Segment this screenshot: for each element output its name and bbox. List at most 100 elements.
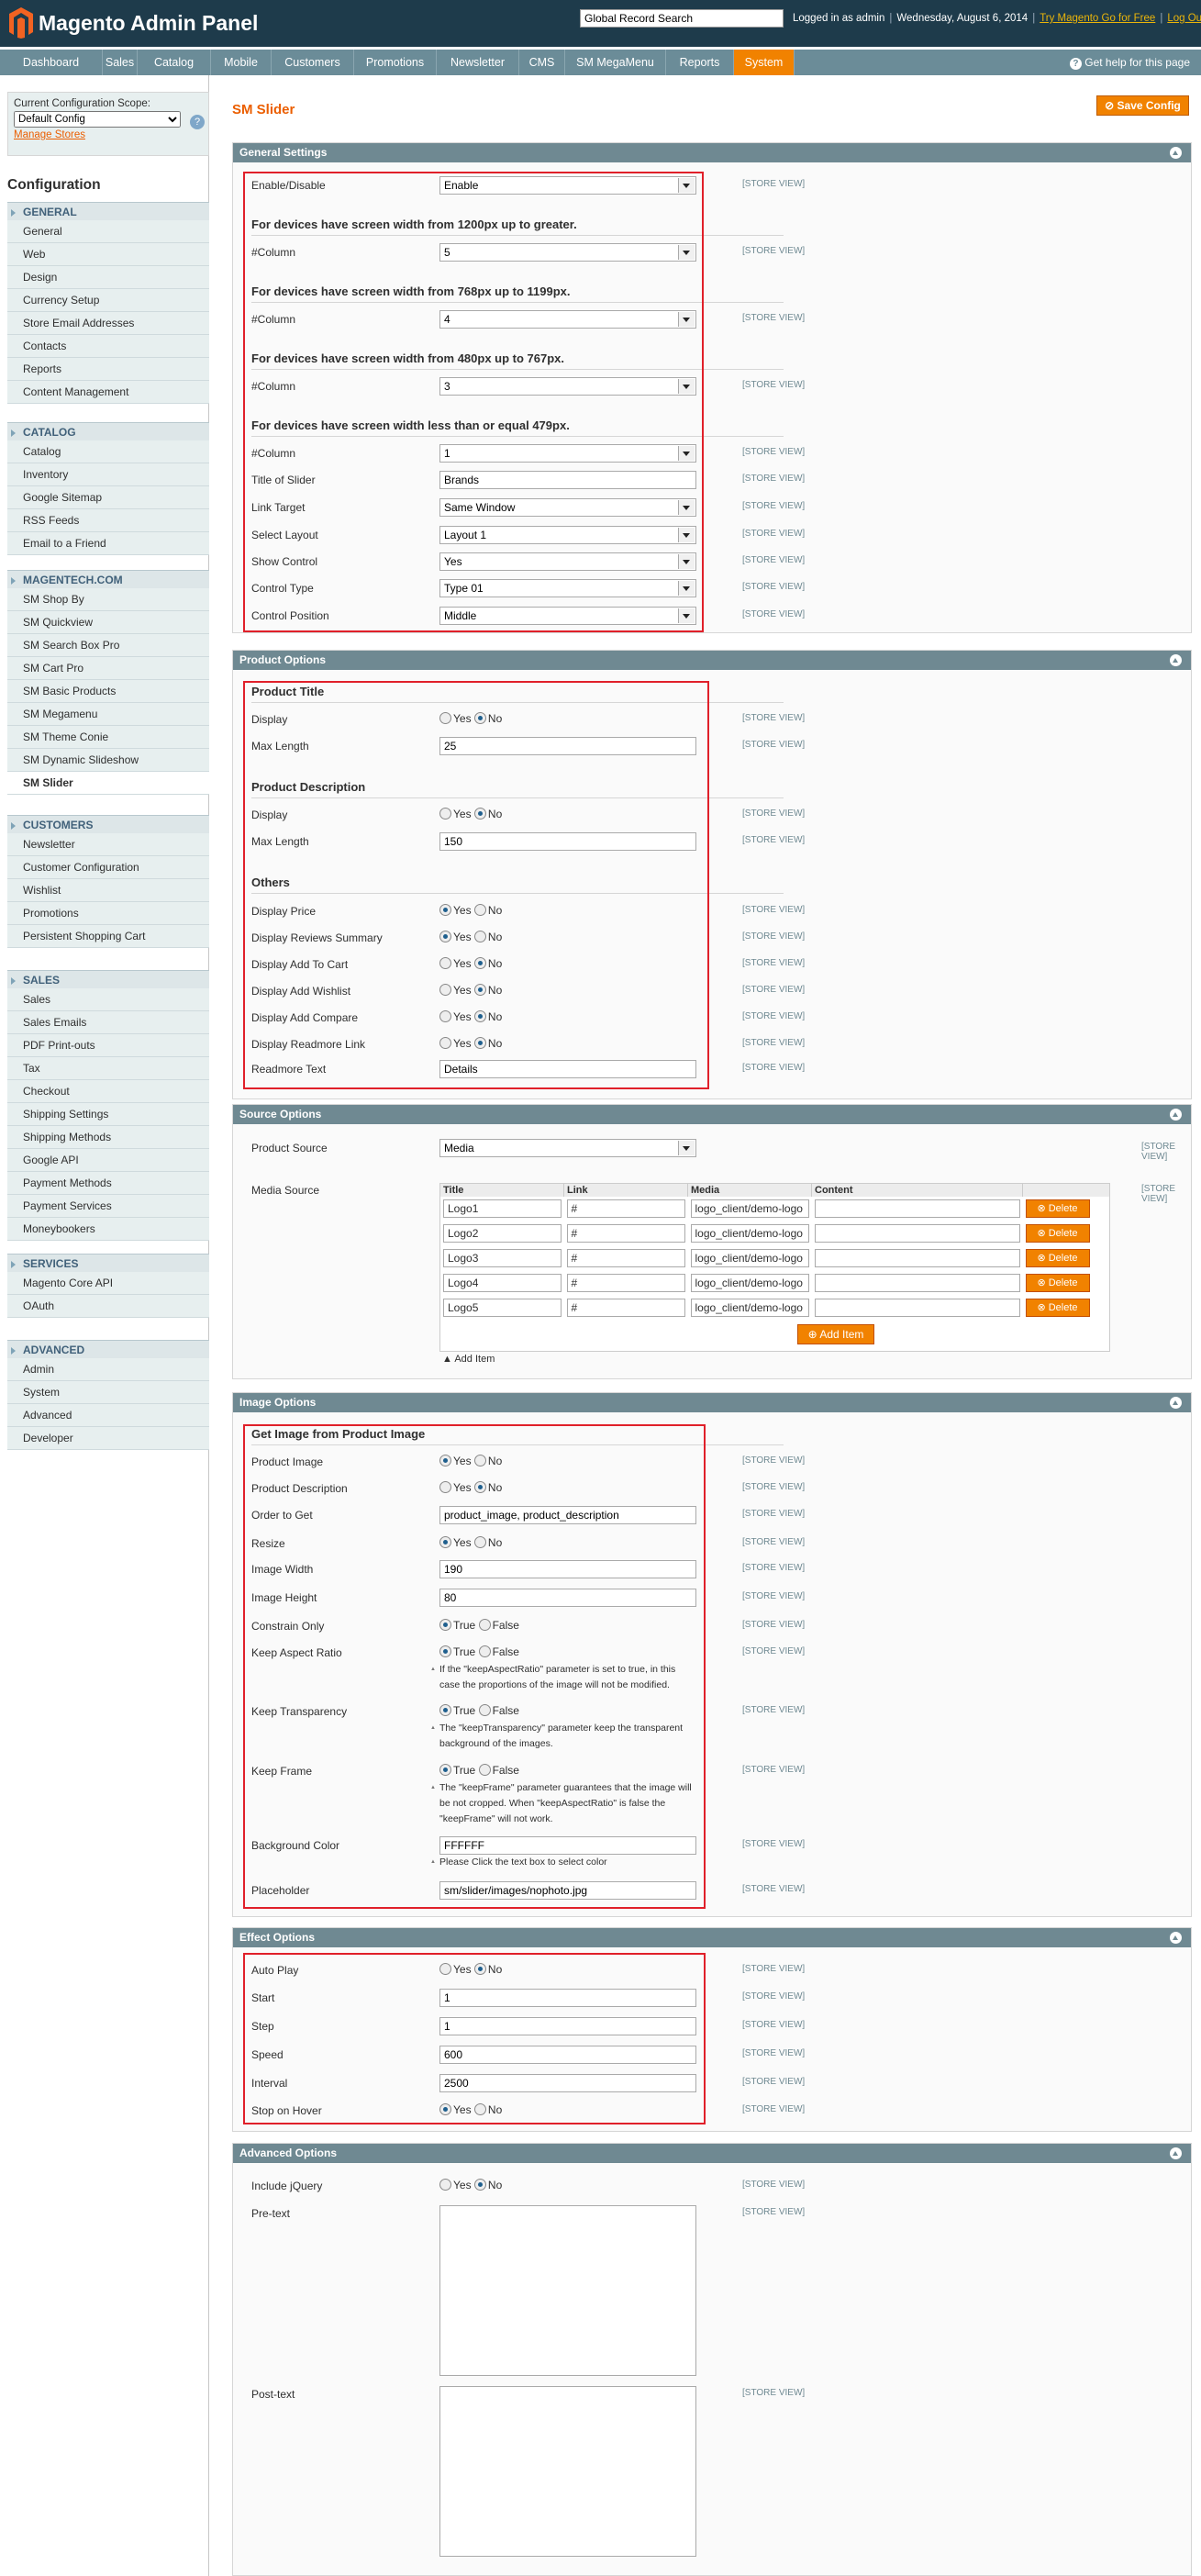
title-input[interactable]: Logo4 bbox=[443, 1274, 562, 1292]
sidebar-item[interactable]: SM Dynamic Slideshow bbox=[7, 749, 209, 772]
title-input[interactable]: Logo2 bbox=[443, 1224, 562, 1243]
sidebar-item[interactable]: General bbox=[7, 220, 209, 243]
delete-button[interactable]: ⊗ Delete bbox=[1025, 1249, 1090, 1267]
sidebar-item[interactable]: Newsletter bbox=[7, 833, 209, 856]
sidebar-item[interactable]: Shipping Methods bbox=[7, 1126, 209, 1149]
scope-select[interactable]: Default Config bbox=[14, 111, 181, 128]
nav-catalog[interactable]: Catalog bbox=[138, 50, 211, 75]
section-header[interactable]: Source Options bbox=[233, 1105, 1191, 1124]
sidebar-item[interactable]: Store Email Addresses bbox=[7, 312, 209, 335]
help-icon[interactable]: ? bbox=[190, 115, 205, 129]
collapse-icon[interactable] bbox=[1170, 147, 1182, 159]
link-input[interactable]: # bbox=[566, 1249, 685, 1267]
sidebar-item[interactable]: Moneybookers bbox=[7, 1218, 209, 1241]
sidebar-item[interactable]: Google Sitemap bbox=[7, 486, 209, 509]
sidebar-group-header[interactable]: CATALOG bbox=[7, 422, 209, 440]
sidebar-item[interactable]: SM Slider bbox=[7, 772, 209, 795]
delete-button[interactable]: ⊗ Delete bbox=[1025, 1299, 1090, 1317]
try-magento-link[interactable]: Try Magento Go for Free bbox=[1040, 13, 1155, 24]
nav-newsletter[interactable]: Newsletter bbox=[437, 50, 519, 75]
section-header[interactable]: Effect Options bbox=[233, 1928, 1191, 1947]
title-input[interactable]: Logo3 bbox=[443, 1249, 562, 1267]
sidebar-item[interactable]: OAuth bbox=[7, 1295, 209, 1318]
nav-dashboard[interactable]: Dashboard bbox=[0, 50, 103, 75]
nav-customers[interactable]: Customers bbox=[272, 50, 354, 75]
sidebar-item[interactable]: Tax bbox=[7, 1057, 209, 1080]
radio-group[interactable]: Yes No bbox=[439, 2179, 502, 2191]
logout-link[interactable]: Log Out bbox=[1167, 13, 1201, 24]
sidebar-item[interactable]: Persistent Shopping Cart bbox=[7, 925, 209, 948]
sidebar-item[interactable]: RSS Feeds bbox=[7, 509, 209, 532]
sidebar-group-header[interactable]: SERVICES bbox=[7, 1254, 209, 1272]
sidebar-item[interactable]: Advanced bbox=[7, 1404, 209, 1427]
help-link[interactable]: ? Get help for this page bbox=[1069, 50, 1190, 75]
link-input[interactable]: # bbox=[566, 1299, 685, 1317]
nav-sm-megamenu[interactable]: SM MegaMenu bbox=[565, 50, 666, 75]
sidebar-group-header[interactable]: CUSTOMERS bbox=[7, 815, 209, 833]
posttext-textarea[interactable] bbox=[439, 2386, 696, 2557]
delete-button[interactable]: ⊗ Delete bbox=[1025, 1224, 1090, 1243]
collapse-icon[interactable] bbox=[1170, 654, 1182, 666]
nav-promotions[interactable]: Promotions bbox=[354, 50, 437, 75]
sidebar-item[interactable]: Shipping Settings bbox=[7, 1103, 209, 1126]
sidebar-group-header[interactable]: MAGENTECH.COM bbox=[7, 570, 209, 588]
sidebar-item[interactable]: SM Cart Pro bbox=[7, 657, 209, 680]
nav-sales[interactable]: Sales bbox=[103, 50, 138, 75]
sidebar-item[interactable]: Promotions bbox=[7, 902, 209, 925]
section-header[interactable]: General Settings bbox=[233, 143, 1191, 162]
sidebar-item[interactable]: Wishlist bbox=[7, 879, 209, 902]
collapse-icon[interactable] bbox=[1170, 2147, 1182, 2159]
sidebar-item[interactable]: SM Search Box Pro bbox=[7, 634, 209, 657]
sidebar-item[interactable]: Magento Core API bbox=[7, 1272, 209, 1295]
title-input[interactable]: Logo5 bbox=[443, 1299, 562, 1317]
sidebar-item[interactable]: Email to a Friend bbox=[7, 532, 209, 555]
sidebar-item[interactable]: Sales Emails bbox=[7, 1011, 209, 1034]
collapse-icon[interactable] bbox=[1170, 1932, 1182, 1944]
section-header[interactable]: Product Options bbox=[233, 651, 1191, 670]
sidebar-item[interactable]: SM Quickview bbox=[7, 611, 209, 634]
link-input[interactable]: # bbox=[566, 1274, 685, 1292]
add-item-button[interactable]: ⊕ Add Item bbox=[797, 1324, 874, 1344]
sidebar-item[interactable]: Checkout bbox=[7, 1080, 209, 1103]
media-input[interactable]: logo_client/demo-logo bbox=[690, 1249, 809, 1267]
sidebar-item[interactable]: Contacts bbox=[7, 335, 209, 358]
content-input[interactable] bbox=[814, 1199, 1020, 1218]
sidebar-item[interactable]: System bbox=[7, 1381, 209, 1404]
sidebar-item[interactable]: SM Theme Conie bbox=[7, 726, 209, 749]
sidebar-item[interactable]: PDF Print-outs bbox=[7, 1034, 209, 1057]
nav-system[interactable]: System bbox=[734, 50, 795, 75]
sidebar-item[interactable]: Developer bbox=[7, 1427, 209, 1450]
content-input[interactable] bbox=[814, 1299, 1020, 1317]
media-input[interactable]: logo_client/demo-logo bbox=[690, 1299, 809, 1317]
content-input[interactable] bbox=[814, 1249, 1020, 1267]
delete-button[interactable]: ⊗ Delete bbox=[1025, 1199, 1090, 1218]
pretext-textarea[interactable] bbox=[439, 2205, 696, 2376]
sidebar-item[interactable]: Content Management bbox=[7, 381, 209, 404]
delete-button[interactable]: ⊗ Delete bbox=[1025, 1274, 1090, 1292]
global-search-input[interactable]: Global Record Search bbox=[580, 9, 784, 28]
sidebar-group-header[interactable]: SALES bbox=[7, 970, 209, 988]
collapse-icon[interactable] bbox=[1170, 1397, 1182, 1409]
section-header[interactable]: Image Options bbox=[233, 1393, 1191, 1412]
nav-mobile[interactable]: Mobile bbox=[211, 50, 272, 75]
sidebar-item[interactable]: SM Megamenu bbox=[7, 703, 209, 726]
sidebar-item[interactable]: Currency Setup bbox=[7, 289, 209, 312]
sidebar-item[interactable]: Reports bbox=[7, 358, 209, 381]
sidebar-item[interactable]: Inventory bbox=[7, 463, 209, 486]
section-header[interactable]: Advanced Options bbox=[233, 2144, 1191, 2163]
link-input[interactable]: # bbox=[566, 1199, 685, 1218]
media-input[interactable]: logo_client/demo-logo bbox=[690, 1199, 809, 1218]
sidebar-item[interactable]: Sales bbox=[7, 988, 209, 1011]
content-input[interactable] bbox=[814, 1224, 1020, 1243]
sidebar-group-header[interactable]: ADVANCED bbox=[7, 1340, 209, 1358]
collapse-icon[interactable] bbox=[1170, 1109, 1182, 1121]
manage-stores-link[interactable]: Manage Stores bbox=[14, 129, 203, 140]
sidebar-item[interactable]: Web bbox=[7, 243, 209, 266]
sidebar-item[interactable]: SM Basic Products bbox=[7, 680, 209, 703]
product-source-select[interactable]: Media bbox=[439, 1139, 696, 1157]
sidebar-item[interactable]: SM Shop By bbox=[7, 588, 209, 611]
sidebar-item[interactable]: Design bbox=[7, 266, 209, 289]
sidebar-item[interactable]: Google API bbox=[7, 1149, 209, 1172]
sidebar-item[interactable]: Customer Configuration bbox=[7, 856, 209, 879]
link-input[interactable]: # bbox=[566, 1224, 685, 1243]
